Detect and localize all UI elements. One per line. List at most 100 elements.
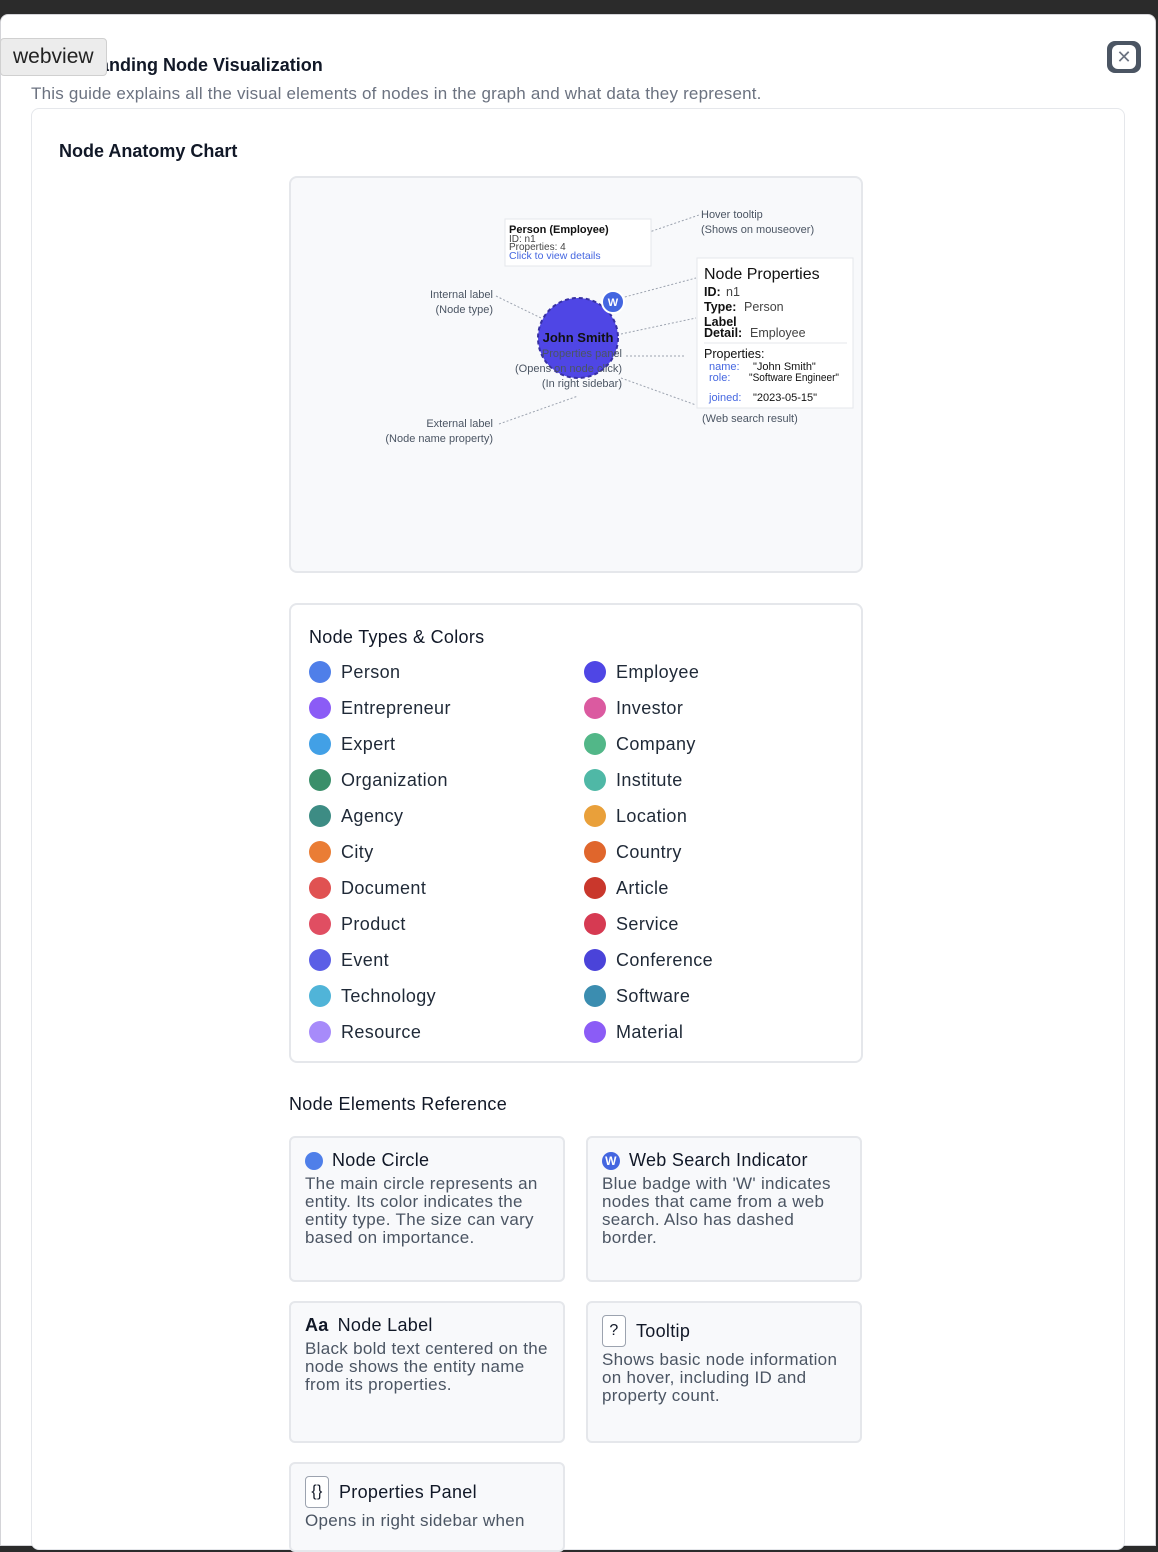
ref-card-desc: Shows basic node information on hover, i… xyxy=(602,1350,838,1405)
ref-card-tooltip: ? Tooltip Shows basic node information on… xyxy=(586,1301,862,1443)
webview-overlay-label: webview xyxy=(0,38,107,76)
panel-type-value: Person xyxy=(744,300,784,314)
hover-tooltip-annotation: Hover tooltip xyxy=(701,209,763,221)
external-label-annotation-sub: (Node name property) xyxy=(385,433,493,445)
legend-item-label: Resource xyxy=(341,1021,422,1042)
text-icon: Aa xyxy=(305,1315,329,1335)
color-swatch-icon xyxy=(584,949,606,971)
external-label-annotation: External label xyxy=(426,418,493,430)
color-swatch-icon xyxy=(309,913,331,935)
legend-item: Event xyxy=(309,949,584,971)
color-swatch-icon xyxy=(584,1021,606,1043)
tooltip-preview: Person (Employee) ID: n1 Properties: 4 C… xyxy=(504,218,652,267)
legend-item: Software xyxy=(584,985,849,1007)
color-swatch-icon xyxy=(584,697,606,719)
legend-item: Organization xyxy=(309,769,584,791)
legend-item: Material xyxy=(584,1021,849,1043)
panel-prop-key-joined: joined: xyxy=(708,392,741,404)
color-swatch-icon xyxy=(309,1021,331,1043)
legend-item: Product xyxy=(309,913,584,935)
web-badge-icon: W xyxy=(602,1151,620,1170)
properties-panel-annotation-sub1: (Opens on node click) xyxy=(515,363,622,375)
ref-card-desc: The main circle represents an entity. It… xyxy=(305,1174,538,1247)
ref-card-desc: Blue badge with 'W' indicates nodes that… xyxy=(602,1174,831,1247)
legend-title: Node Types & Colors xyxy=(309,627,485,647)
legend-item: Service xyxy=(584,913,849,935)
legend-item-label: Country xyxy=(616,841,682,862)
legend-item: Expert xyxy=(309,733,584,755)
legend-item: Investor xyxy=(584,697,849,719)
panel-id-key: ID: xyxy=(704,285,721,299)
legend-item-label: Organization xyxy=(341,769,448,790)
legend-item: Resource xyxy=(309,1021,584,1043)
color-swatch-icon xyxy=(309,769,331,791)
ref-card-title: Tooltip xyxy=(636,1320,691,1341)
ref-card-title: Node Circle xyxy=(332,1150,430,1170)
color-swatch-icon xyxy=(584,985,606,1007)
close-icon: ✕ xyxy=(1112,45,1136,69)
color-swatch-icon xyxy=(309,985,331,1007)
ref-card-desc: Opens in right sidebar when xyxy=(305,1511,525,1530)
legend-item-label: Software xyxy=(616,985,691,1006)
color-swatch-icon xyxy=(309,805,331,827)
panel-detail-key: Detail: xyxy=(704,326,742,340)
color-swatch-icon xyxy=(584,805,606,827)
ref-card-desc: Black bold text centered on the node sho… xyxy=(305,1339,548,1394)
color-swatch-icon xyxy=(309,877,331,899)
legend-item: Technology xyxy=(309,985,584,1007)
legend-item-label: Institute xyxy=(616,769,683,790)
node-types-legend: Node Types & Colors Person Employee Entrep… xyxy=(289,603,863,1063)
internal-label-annotation-sub: (Node type) xyxy=(436,304,493,316)
legend-item: Country xyxy=(584,841,849,863)
panel-props-heading: Properties: xyxy=(704,347,764,361)
anatomy-heading: Node Anatomy Chart xyxy=(59,141,238,161)
question-icon: ? xyxy=(602,1315,626,1347)
panel-prop-value-joined: "2023-05-15" xyxy=(753,392,817,404)
legend-item: Institute xyxy=(584,769,849,791)
dialog-subtitle: This guide explains all the visual eleme… xyxy=(31,84,762,103)
legend-item-label: Article xyxy=(616,877,669,898)
legend-item: Conference xyxy=(584,949,849,971)
internal-label-annotation: Internal label xyxy=(430,289,493,301)
properties-panel-annotation: Properties panel xyxy=(542,348,622,360)
color-swatch-icon xyxy=(309,841,331,863)
legend-item: Document xyxy=(309,877,584,899)
panel-prop-key-role: role: xyxy=(709,372,730,384)
legend-item-label: City xyxy=(341,841,374,862)
color-swatch-icon xyxy=(584,841,606,863)
color-swatch-icon xyxy=(584,733,606,755)
color-swatch-icon xyxy=(584,877,606,899)
ref-card-properties-panel: {} Properties Panel Opens in right sideba… xyxy=(289,1462,565,1552)
panel-detail-value: Employee xyxy=(750,326,806,340)
ref-card-node-label: Aa Node Label Black bold text centered on… xyxy=(289,1301,565,1443)
panel-title: Node Properties xyxy=(704,266,820,283)
color-swatch-icon xyxy=(309,697,331,719)
legend-item-label: Conference xyxy=(616,949,714,970)
legend-item-label: Document xyxy=(341,877,427,898)
color-swatch-icon xyxy=(309,733,331,755)
reference-heading: Node Elements Reference xyxy=(289,1094,508,1114)
ref-card-title: Node Label xyxy=(337,1315,433,1335)
close-button[interactable]: ✕ xyxy=(1107,41,1141,73)
panel-id-value: n1 xyxy=(726,285,740,299)
legend-item: Employee xyxy=(584,661,849,683)
tooltip-link: Click to view details xyxy=(509,250,601,262)
legend-item: Article xyxy=(584,877,849,899)
anatomy-diagram: Person (Employee) ID: n1 Properties: 4 C… xyxy=(385,209,854,445)
properties-panel-annotation-sub2: (In right sidebar) xyxy=(542,378,622,390)
node-label: John Smith xyxy=(543,330,614,345)
legend-grid: Person Employee Entrepreneur Investor Expert… xyxy=(309,661,849,1043)
legend-item-label: Company xyxy=(616,733,696,754)
legend-item: City xyxy=(309,841,584,863)
braces-icon: {} xyxy=(305,1476,329,1508)
hover-tooltip-annotation-sub: (Shows on mouseover) xyxy=(701,224,814,236)
properties-panel-preview: Node Properties ID: n1 Type: Person Labe… xyxy=(696,257,854,409)
legend-item: Company xyxy=(584,733,849,755)
legend-item-label: Product xyxy=(341,913,406,934)
legend-item-label: Event xyxy=(341,949,390,970)
legend-item-label: Agency xyxy=(341,805,404,826)
legend-item: Location xyxy=(584,805,849,827)
legend-item-label: Material xyxy=(616,1021,684,1042)
legend-item: Agency xyxy=(309,805,584,827)
legend-item: Entrepreneur xyxy=(309,697,584,719)
